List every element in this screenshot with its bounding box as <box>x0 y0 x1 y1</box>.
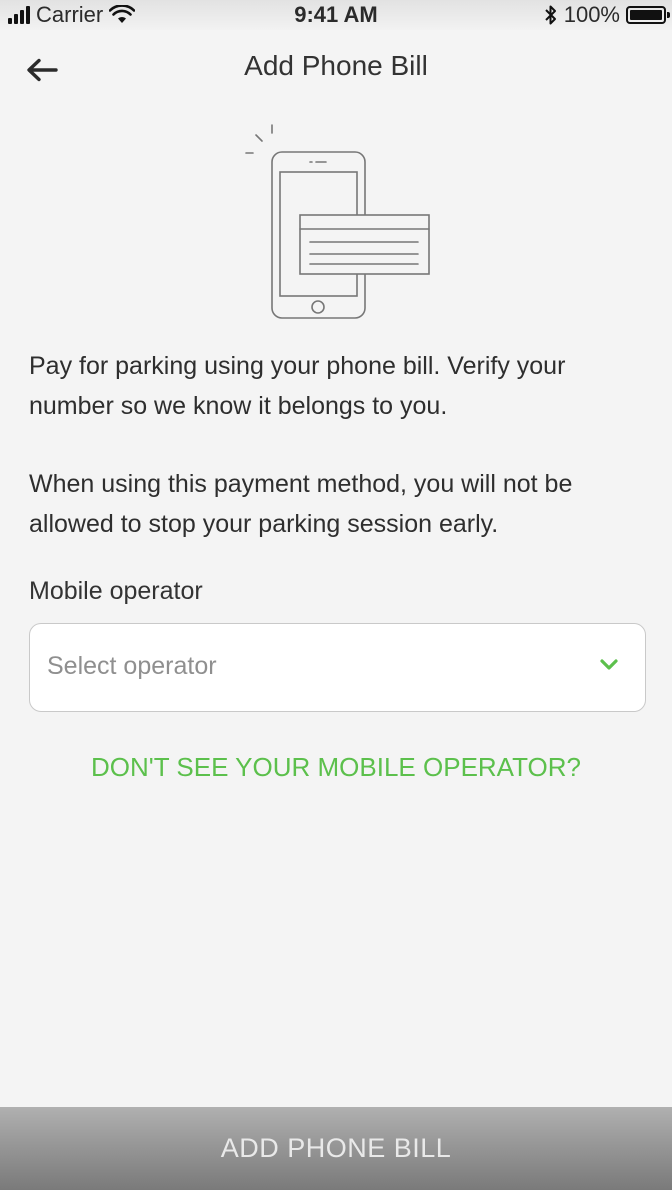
bluetooth-icon <box>545 5 556 25</box>
phone-bill-illustration <box>245 124 430 319</box>
nav-bar: Add Phone Bill <box>0 30 672 106</box>
page-title: Add Phone Bill <box>244 50 428 81</box>
status-right: 100% <box>544 2 670 28</box>
info-paragraph-1: Pay for parking using your phone bill. V… <box>29 352 566 420</box>
add-phone-bill-button[interactable]: ADD PHONE BILL <box>0 1107 672 1190</box>
info-text: Pay for parking using your phone bill. V… <box>29 346 643 544</box>
battery-percent: 100% <box>563 2 620 27</box>
info-paragraph-2: When using this payment method, you will… <box>29 470 573 538</box>
battery-fill <box>630 10 662 20</box>
status-bar: Carrier 9:41 AM 100% <box>0 0 672 30</box>
chevron-down-icon <box>600 659 618 670</box>
missing-operator-link[interactable]: DON'T SEE YOUR MOBILE OPERATOR? <box>0 752 672 783</box>
battery-icon <box>626 6 670 24</box>
operator-label: Mobile operator <box>29 577 203 605</box>
operator-select[interactable]: Select operator <box>29 623 646 712</box>
add-phone-bill-label: ADD PHONE BILL <box>220 1133 452 1163</box>
operator-placeholder: Select operator <box>47 652 217 680</box>
